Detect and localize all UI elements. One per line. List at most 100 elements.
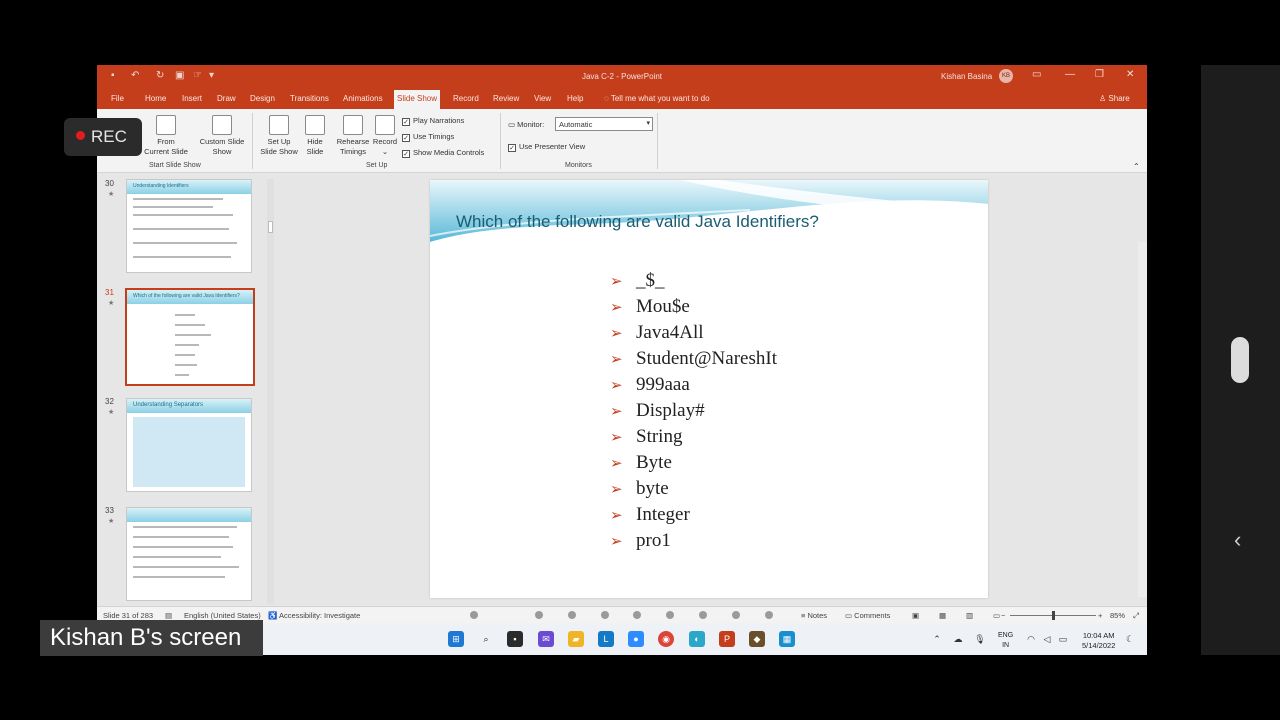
list-item: ➢ Display# [610,398,777,424]
battery-icon[interactable]: ▭ [1055,631,1071,647]
task-view-icon[interactable]: ▪ [507,631,523,647]
chevron-left-icon[interactable]: ‹ [1234,527,1241,553]
zoom-slider-thumb[interactable] [1052,611,1055,620]
from-current-slide-button[interactable]: From Current Slide [141,115,191,157]
share-button[interactable]: ♙ Share [1099,94,1130,103]
presentation-icon [156,115,176,135]
reading-view-icon[interactable]: ▥ [966,611,973,620]
record-button[interactable]: Record ⌄ [371,115,399,157]
thumbnails-scrollbar[interactable] [267,179,274,604]
search-icon[interactable]: ⌕ [478,631,494,647]
record-label: Record [372,137,398,146]
custom-show-line1: Custom Slide [199,137,245,146]
powerpoint-icon[interactable]: P [719,631,735,647]
tab-help[interactable]: Help [567,94,583,103]
tab-animations[interactable]: Animations [343,94,383,103]
tab-file[interactable]: File [111,94,124,103]
bullet-text: Java4All [636,322,704,343]
panel-handle[interactable] [1231,337,1249,383]
tab-record[interactable]: Record [453,94,479,103]
zoom-level[interactable]: 85% [1110,611,1125,620]
custom-slide-show-button[interactable]: Custom Slide Show [196,115,248,157]
microphone-icon[interactable]: 🎙 [972,631,988,647]
transition-star-icon: ★ [108,409,115,416]
tab-transitions[interactable]: Transitions [290,94,329,103]
app-icon[interactable]: ◆ [749,631,765,647]
current-slide[interactable]: Which of the following are valid Java Id… [430,180,988,598]
comments-button[interactable]: ▭ Comments [845,611,890,620]
speaker-icon[interactable]: ◁ [1039,631,1055,647]
ribbon-divider [657,113,658,169]
tab-home[interactable]: Home [145,94,166,103]
monitor-select[interactable]: Automatic ▾ [555,117,653,131]
app-l-icon[interactable]: L [598,631,614,647]
file-explorer-icon[interactable]: ▰ [568,631,584,647]
tab-view[interactable]: View [534,94,551,103]
show-media-controls-checkbox[interactable]: ✓ Show Media Controls [402,148,484,158]
use-presenter-view-checkbox[interactable]: ✓ Use Presenter View [508,142,585,152]
playback-dot [470,611,478,619]
chevron-up-icon[interactable]: ⌃ [929,631,945,647]
slide-sorter-icon[interactable]: ▦ [939,611,946,620]
bullet-text: Display# [636,400,705,421]
setup-line1: Set Up [267,137,291,146]
wifi-icon[interactable]: ◠ [1023,631,1039,647]
thumbnail-text-line [133,576,225,578]
zoom-in-icon[interactable]: + [1098,611,1102,620]
spelling-icon[interactable]: ▤ [165,611,172,620]
hide-slide-button[interactable]: Hide Slide [301,115,329,157]
slide-thumbnail-30[interactable]: Understanding Identifiers [126,179,252,273]
ribbon-divider [252,113,253,169]
tab-review[interactable]: Review [493,94,519,103]
monitor-label: ▭ Monitor: [508,120,544,129]
collapse-ribbon-icon[interactable]: ⌃ [1133,162,1140,171]
arrow-bullet-icon: ➢ [610,403,623,420]
language-status[interactable]: English (United States) [184,611,261,620]
input-language[interactable]: ENG IN [998,631,1013,651]
notes-button[interactable]: ≡ Notes [801,611,827,620]
thumbnail-number: 31 [105,288,114,297]
system-clock[interactable]: 10:04 AM 5/14/2022 [1082,631,1115,651]
do-not-disturb-icon[interactable]: ☾ [1122,631,1138,647]
tab-draw[interactable]: Draw [217,94,236,103]
zoom-out-icon[interactable]: − [1001,611,1005,620]
slide-thumbnail-31[interactable]: Which of the following are valid Java Id… [125,288,255,386]
tell-me-search[interactable]: ◌ Tell me what you want to do [604,94,710,103]
set-up-slide-show-button[interactable]: Set Up Slide Show [257,115,301,157]
accessibility-status[interactable]: ♿ Accessibility: Investigate [268,611,360,620]
slide-title: Which of the following are valid Java Id… [456,212,819,231]
ribbon-display-icon[interactable]: ▭ [1032,69,1041,80]
tab-slide-show[interactable]: Slide Show [394,90,440,109]
play-narrations-checkbox[interactable]: ✓ Play Narrations [402,116,464,126]
edge-icon[interactable]: ◐ [689,631,705,647]
fit-to-window-icon[interactable]: ⤢ [1133,611,1139,621]
bullet-text: Byte [636,452,672,473]
calculator-icon[interactable]: ▦ [779,631,795,647]
close-icon[interactable]: ✕ [1126,69,1134,80]
minimize-icon[interactable]: — [1065,69,1075,80]
ribbon: From Current Slide Custom Slide Show Sta… [97,109,1147,173]
list-item: ➢ Mou$e [610,294,777,320]
avatar[interactable]: KB [999,69,1013,83]
list-item: ➢ Integer [610,502,777,528]
zoom-app-icon[interactable]: ● [628,631,644,647]
maximize-icon[interactable]: ❐ [1095,69,1104,80]
teams-chat-icon[interactable]: ✉ [538,631,554,647]
chrome-icon[interactable]: ◉ [658,631,674,647]
tab-design[interactable]: Design [250,94,275,103]
user-name[interactable]: Kishan Basina [941,72,992,81]
slide-count: Slide 31 of 283 [103,611,154,620]
slide-thumbnail-33[interactable] [126,507,252,601]
thumbnail-text-line [133,546,233,548]
cloud-icon[interactable]: ☁ [950,631,966,647]
tab-insert[interactable]: Insert [182,94,202,103]
scrollbar-thumb[interactable] [268,221,273,233]
rehearse-timings-button[interactable]: Rehearse Timings [333,115,373,157]
normal-view-icon[interactable]: ▣ [912,611,919,620]
slide-thumbnail-32[interactable]: Understanding Separators [126,398,252,492]
slide-scrollbar[interactable] [1138,242,1147,597]
transition-star-icon: ★ [108,518,115,525]
use-timings-checkbox[interactable]: ✓ Use Timings [402,132,454,142]
slide-show-view-icon[interactable]: ▭ [993,611,1000,620]
windows-start-icon[interactable]: ⊞ [448,631,464,647]
